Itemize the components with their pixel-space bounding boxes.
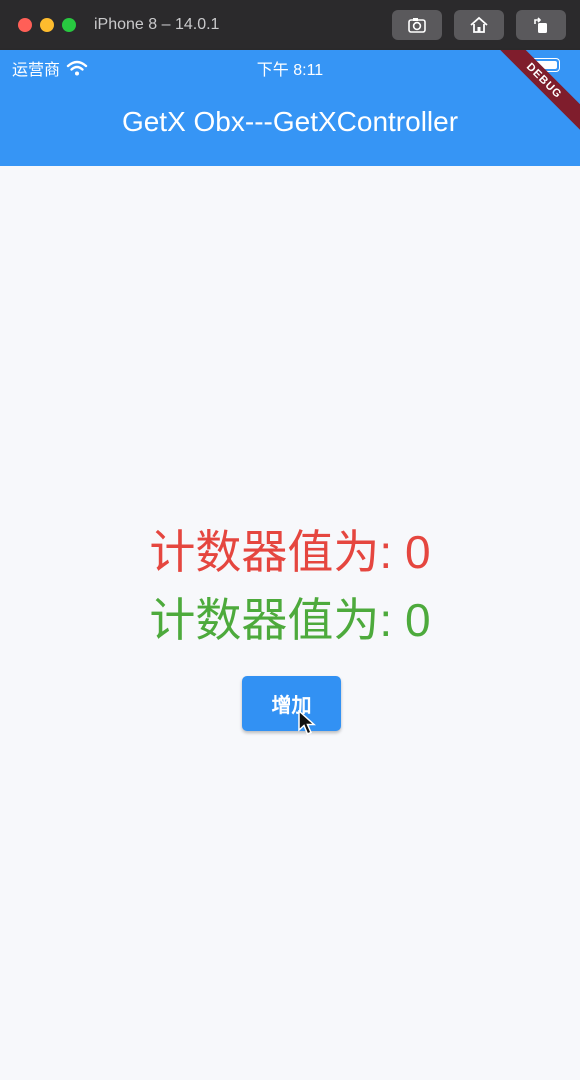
status-time: 下午 8:11 — [256, 62, 324, 79]
screenshot-button[interactable] — [392, 10, 442, 40]
simulator-title: iPhone 8 – 14.0.1 — [94, 16, 220, 33]
increment-button[interactable]: 增加 — [242, 676, 341, 731]
home-icon — [470, 16, 488, 33]
minimize-window-button[interactable] — [40, 18, 54, 32]
camera-icon — [408, 18, 426, 33]
home-button[interactable] — [454, 10, 504, 40]
counter-text-red: 计数器值为: 0 — [149, 526, 431, 578]
rotate-button[interactable] — [516, 10, 566, 40]
close-window-button[interactable] — [18, 18, 32, 32]
window-controls — [18, 18, 76, 32]
status-bar: 运营商 下午 8:11 — [0, 50, 580, 82]
counter-text-green: 计数器值为: 0 — [149, 594, 431, 646]
rotate-icon — [534, 17, 547, 33]
page-title: GetX Obx---GetXController — [121, 106, 459, 137]
main-content: 计数器值为: 0 计数器值为: 0 增加 — [0, 166, 580, 1080]
simulator-title-bar: iPhone 8 – 14.0.1 — [0, 0, 580, 50]
app-bar: 运营商 下午 8:11 GetX Obx---GetXController DE… — [0, 50, 580, 166]
maximize-window-button[interactable] — [62, 18, 76, 32]
mouse-pointer-icon — [298, 710, 316, 735]
simulator-actions — [392, 10, 566, 40]
